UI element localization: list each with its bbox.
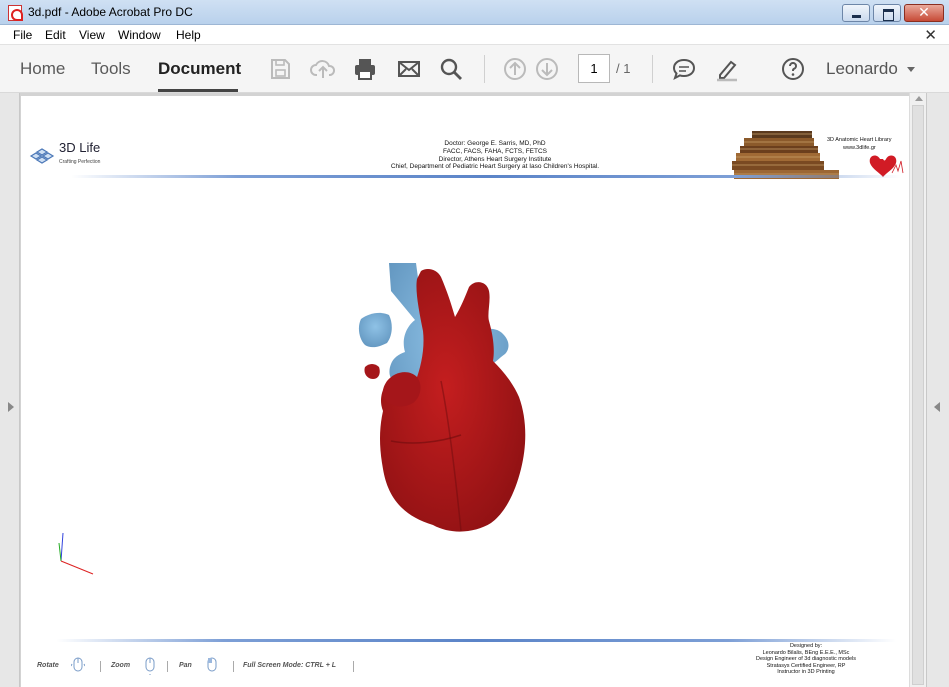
user-name[interactable]: Leonardo: [826, 59, 898, 79]
acrobat-pdf-icon: [8, 5, 23, 21]
print-icon[interactable]: [352, 56, 378, 82]
page-total: / 1: [616, 61, 631, 76]
header-line: Chief, Department of Pediatric Heart Sur…: [390, 163, 600, 171]
menu-help[interactable]: Help: [176, 28, 201, 42]
tab-document[interactable]: Document: [158, 59, 241, 79]
right-panel-toggle[interactable]: [926, 93, 949, 687]
scroll-up-icon[interactable]: [915, 96, 923, 101]
page-number-input[interactable]: [578, 54, 610, 83]
3d-heart-model[interactable]: [351, 261, 561, 581]
header-line: Doctor: George E. Sarris, MD, PhD: [444, 140, 546, 147]
legend-separator: [167, 661, 168, 672]
tab-tools[interactable]: Tools: [91, 59, 131, 79]
menu-edit[interactable]: Edit: [45, 28, 66, 42]
legend-separator: [233, 661, 234, 672]
logo-brand: 3D Life: [59, 140, 101, 155]
logo-tagline: Crafting Perfection: [59, 159, 101, 165]
close-window-button[interactable]: ✕: [904, 4, 944, 22]
expand-left-icon: [8, 402, 14, 412]
header-line: Director, Athens Heart Surgery Institute: [438, 155, 552, 163]
menu-view[interactable]: View: [79, 28, 105, 42]
maximize-button[interactable]: [873, 4, 901, 22]
window-title: 3d.pdf - Adobe Acrobat Pro DC: [28, 5, 193, 19]
expand-right-icon: [934, 402, 940, 412]
left-panel-toggle[interactable]: [0, 93, 20, 687]
designed-by: Designed by: Leonardo Bilalis, BEng E.E.…: [721, 643, 891, 676]
header-line: FACC, FACS, FAHA, FCTS, FETCS: [442, 147, 547, 155]
cubes-logo-icon: [29, 148, 55, 164]
pdf-page: 3D Life Crafting Perfection Doctor: Geor…: [21, 96, 909, 687]
close-icon: ✕: [918, 5, 930, 21]
minimize-icon: [843, 5, 869, 21]
close-document-icon[interactable]: ✕: [924, 26, 937, 44]
pan-label: Pan: [179, 662, 192, 669]
active-tab-indicator: [158, 89, 238, 92]
tab-home[interactable]: Home: [20, 59, 65, 79]
fullscreen-hint: Full Screen Mode: CTRL + L: [243, 662, 337, 669]
footer-divider: [56, 639, 896, 642]
prev-page-icon[interactable]: [502, 56, 528, 82]
menu-window[interactable]: Window: [118, 28, 161, 42]
minimize-button[interactable]: [842, 4, 870, 22]
document-area: 3D Life Crafting Perfection Doctor: Geor…: [0, 93, 949, 687]
maximize-icon: [874, 5, 900, 21]
scroll-thumb[interactable]: [912, 105, 924, 685]
legend-separator: [353, 661, 354, 672]
upload-icon[interactable]: [310, 56, 336, 82]
chevron-down-icon[interactable]: [907, 67, 915, 72]
header-divider: [71, 175, 901, 178]
library-title: 3D Anatomic Heart Library: [827, 137, 892, 143]
vertical-scrollbar[interactable]: [909, 93, 926, 687]
toolbar-separator: [484, 55, 485, 83]
rotate-label: Rotate: [37, 662, 59, 669]
save-icon[interactable]: [267, 56, 293, 82]
mouse-zoom-icon: [145, 656, 155, 675]
legend-separator: [100, 661, 101, 672]
mouse-rotate-icon: [71, 657, 85, 672]
help-icon[interactable]: [780, 56, 806, 82]
email-icon[interactable]: [396, 56, 422, 82]
axes-gizmo-icon: [58, 532, 94, 575]
doctor-info: Doctor: George E. Sarris, MD, PhD FACC, …: [341, 140, 649, 171]
zoom-label: Zoom: [111, 662, 131, 669]
highlight-icon[interactable]: [714, 56, 740, 82]
comment-icon[interactable]: [671, 56, 697, 82]
designed-line: Instructor in 3D Printing: [777, 669, 835, 675]
next-page-icon[interactable]: [534, 56, 560, 82]
title-bar: 3d.pdf - Adobe Acrobat Pro DC ✕: [0, 0, 949, 25]
toolbar-separator: [652, 55, 653, 83]
search-icon[interactable]: [438, 56, 464, 82]
menu-bar: File Edit View Window Help ✕: [0, 25, 949, 45]
main-toolbar: Home Tools Document / 1 Leonardo: [0, 45, 949, 93]
menu-file[interactable]: File: [13, 28, 32, 42]
mouse-pan-icon: [207, 657, 217, 672]
library-url: www.3dlife.gr: [843, 145, 876, 151]
